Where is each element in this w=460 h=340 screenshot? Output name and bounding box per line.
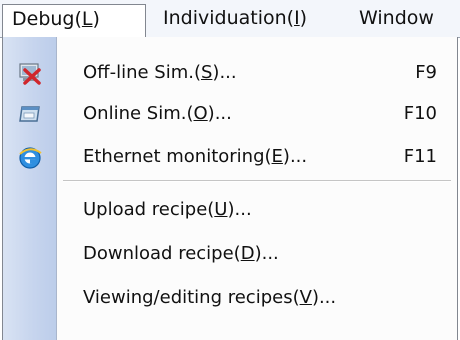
label-mnemonic: V [299, 287, 312, 308]
label-text: )... [207, 103, 232, 124]
menu-bar: Debug(L) Individuation(I) Window [0, 0, 460, 38]
menu-debug-label-pre: Debug( [12, 8, 82, 30]
shortcut-label: F11 [403, 146, 437, 167]
menu-debug-mnemonic: L [81, 8, 93, 30]
menu-item-viewing-editing-recipes[interactable]: Viewing/editing recipes(V)... [3, 278, 457, 318]
label-text: Viewing/editing recipes( [83, 287, 300, 308]
label-text: )... [311, 287, 337, 308]
label-text: Online Sim.( [83, 103, 194, 124]
label-text: Upload recipe( [83, 199, 215, 220]
label-mnemonic: E [271, 146, 283, 167]
label-mnemonic: O [193, 103, 208, 124]
label-text: Off-line Sim.( [83, 62, 201, 83]
menu-item-offline-sim[interactable]: Off-line Sim.(S)... F9 [3, 53, 457, 93]
menu-individuation-label-post: ) [299, 7, 308, 29]
menu-item-label: Ethernet monitoring(E)... [83, 137, 307, 177]
label-mnemonic: S [200, 62, 213, 83]
menu-item-label: Upload recipe(U)... [83, 190, 252, 230]
menu-item-online-sim[interactable]: Online Sim.(O)... F10 [3, 94, 457, 134]
menu-debug-label-post: ) [92, 8, 100, 30]
menu-window[interactable]: Window [350, 5, 443, 32]
menu-item-label: Download recipe(D)... [83, 234, 279, 274]
label-text: )... [227, 199, 252, 220]
menu-item-label: Viewing/editing recipes(V)... [83, 278, 336, 318]
menu-item-label: Off-line Sim.(S)... [83, 53, 237, 93]
label-text: )... [254, 243, 279, 264]
menu-separator [63, 180, 451, 182]
menu-item-label: Online Sim.(O)... [83, 94, 232, 134]
online-sim-icon [19, 106, 40, 122]
menu-item-upload-recipe[interactable]: Upload recipe(U)... [3, 190, 457, 230]
menu-individuation-label-pre: Individuation( [163, 7, 295, 29]
ethernet-monitoring-icon [19, 147, 42, 169]
label-text: )... [212, 62, 237, 83]
shortcut-label: F9 [415, 62, 437, 83]
offline-sim-icon [19, 63, 41, 85]
label-text: Ethernet monitoring( [83, 146, 272, 167]
menu-window-label: Window [359, 7, 434, 29]
label-text: Download recipe( [83, 243, 241, 264]
label-mnemonic: U [214, 199, 228, 220]
debug-dropdown-menu: Off-line Sim.(S)... F9 Online Sim.(O)...… [2, 37, 458, 340]
menu-debug[interactable]: Debug(L) [2, 4, 146, 38]
label-mnemonic: D [240, 243, 255, 264]
menu-item-ethernet-monitoring[interactable]: Ethernet monitoring(E)... F11 [3, 137, 457, 177]
label-text: )... [282, 146, 308, 167]
shortcut-label: F10 [403, 103, 437, 124]
menu-individuation[interactable]: Individuation(I) [154, 5, 316, 32]
menu-item-download-recipe[interactable]: Download recipe(D)... [3, 234, 457, 274]
